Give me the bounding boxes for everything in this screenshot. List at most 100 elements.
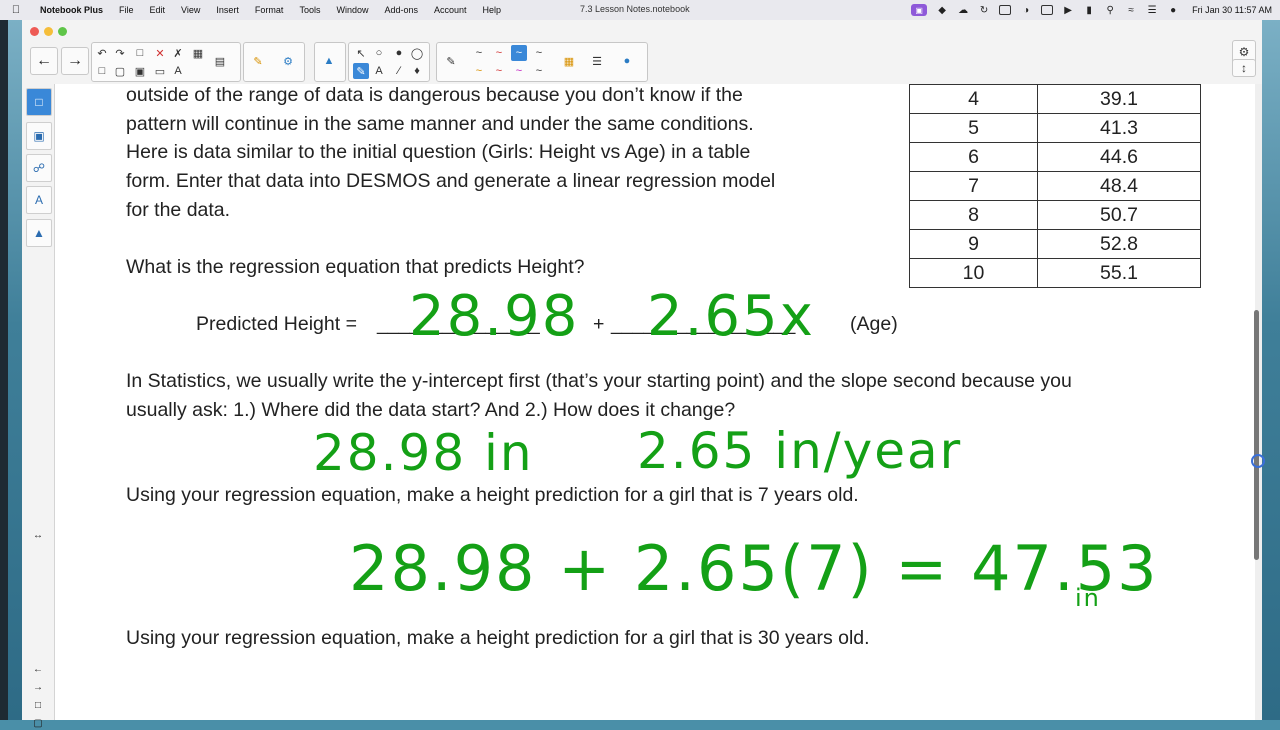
properties-tab[interactable]: A	[26, 186, 52, 214]
delete-icon[interactable]: ✕	[152, 45, 168, 61]
fill-icon[interactable]: ◯	[409, 45, 425, 61]
sidebar: □ ▣ ☍ A ▲ ↔ ← → □ ▢	[22, 84, 55, 729]
magic-pen-icon[interactable]: ○	[371, 45, 387, 61]
next-page-icon[interactable]: →	[28, 680, 48, 694]
height-cell: 52.8	[1037, 229, 1201, 259]
menu-format[interactable]: Format	[247, 5, 292, 15]
pen-tool-icon[interactable]: ✎	[353, 63, 369, 79]
save-icon[interactable]: ▣	[132, 63, 148, 79]
add-page-icon[interactable]: □	[28, 698, 48, 712]
pen-style-yellow-icon[interactable]: ~	[471, 63, 487, 79]
pen-style-red-icon[interactable]: ~	[491, 45, 507, 61]
height-cell: 50.7	[1037, 200, 1201, 230]
eraser-icon[interactable]: ♦	[409, 63, 425, 79]
pinned-app-icon[interactable]: ◆	[936, 5, 948, 16]
delete-page-small-icon[interactable]: ▢	[28, 716, 48, 730]
handwritten-prediction: 28.98 + 2.65(7) = 47.53	[349, 532, 1159, 605]
line-tool-icon[interactable]: ∕	[391, 63, 407, 79]
menu-view[interactable]: View	[173, 5, 208, 15]
handwritten-slope: 2.65x	[647, 284, 815, 349]
notebook-window: ← → ↶ ↷ □ ✕ ✗ ▦ □ ▢ ▣ ▭ A ▤ ✎ ⚙ ▲ ↖ ○ ●	[22, 20, 1265, 729]
lab-icon[interactable]: ▲	[321, 53, 337, 69]
menu-edit[interactable]: Edit	[142, 5, 174, 15]
menu-tools[interactable]: Tools	[291, 5, 328, 15]
age-cell: 5	[909, 113, 1038, 143]
pen-icon[interactable]: ✎	[443, 53, 459, 69]
app-menu[interactable]: Notebook Plus	[32, 5, 111, 15]
line-width-icon[interactable]: ☰	[589, 53, 605, 69]
menu-account[interactable]: Account	[426, 5, 475, 15]
menu-file[interactable]: File	[111, 5, 142, 15]
menu-help[interactable]: Help	[475, 5, 510, 15]
siri-icon[interactable]: ●	[1167, 5, 1179, 16]
play-icon[interactable]: ▶	[1062, 5, 1074, 16]
table-row: 6 44.6	[909, 142, 1201, 172]
select-icon[interactable]: ↖	[353, 45, 369, 61]
edit-tools-group: ↶ ↷ □ ✕ ✗ ▦ □ ▢ ▣ ▭ A ▤	[91, 42, 241, 82]
menu-addons[interactable]: Add-ons	[376, 5, 426, 15]
control-center-icon[interactable]: ☰	[1146, 5, 1158, 16]
document-title: 7.3 Lesson Notes.notebook	[580, 4, 690, 14]
pen-style-thin-icon[interactable]: ~	[531, 63, 547, 79]
age-cell: 6	[909, 142, 1038, 172]
screen-shade-icon[interactable]: □	[132, 45, 148, 61]
pen-style-black-icon[interactable]: ~	[471, 45, 487, 61]
close-window-button[interactable]	[30, 27, 39, 36]
attachments-tab[interactable]: ☍	[26, 154, 52, 182]
paragraph-line: form. Enter that data into DESMOS and ge…	[126, 170, 776, 192]
notebook-page[interactable]: outside of the range of data is dangerou…	[55, 84, 1255, 720]
clear-ink-icon[interactable]: ✗	[170, 45, 186, 61]
cursor-indicator-icon	[1251, 454, 1265, 468]
addons-tab[interactable]: ▲	[26, 219, 52, 247]
vertical-scrollbar[interactable]	[1254, 310, 1259, 560]
pen-style-dark-icon[interactable]: ~	[531, 45, 547, 61]
document-camera-icon[interactable]: ▤	[212, 53, 228, 69]
wifi-icon[interactable]: ≈	[1125, 5, 1137, 16]
previous-page-icon[interactable]: ←	[28, 662, 48, 676]
screen-icon[interactable]: ▭	[152, 63, 168, 79]
redo-icon[interactable]: ↷	[112, 45, 128, 61]
fill-effects-icon[interactable]: ●	[619, 53, 635, 69]
question-age-7: Using your regression equation, make a h…	[126, 484, 859, 506]
apple-icon[interactable]: 	[0, 4, 32, 16]
back-arrow-icon[interactable]: ←	[30, 47, 58, 75]
sync-icon[interactable]: ↻	[978, 5, 990, 16]
menu-window[interactable]: Window	[328, 5, 376, 15]
focus-icon[interactable]: ◑	[1020, 5, 1032, 16]
battery-icon[interactable]: ▮	[1083, 5, 1095, 16]
age-cell: 10	[909, 258, 1038, 288]
gallery-tab[interactable]: ▣	[26, 122, 52, 150]
sidebar-collapse-icon[interactable]: ↔	[28, 528, 48, 542]
age-cell: 8	[909, 200, 1038, 230]
undo-icon[interactable]: ↶	[94, 45, 110, 61]
display-icon[interactable]	[1041, 5, 1054, 15]
paragraph-statistics: In Statistics, we usually write the y-in…	[126, 370, 1072, 392]
text-tool-icon[interactable]: A	[371, 63, 387, 79]
table-icon[interactable]: ▦	[190, 45, 206, 61]
cloud-icon[interactable]: ☁	[957, 5, 969, 16]
addon-icon[interactable]: ⚙	[280, 53, 296, 69]
handwritten-intercept-units: 28.98 in	[313, 424, 534, 482]
new-page-icon[interactable]: □	[94, 63, 110, 79]
zoom-window-button[interactable]	[58, 27, 67, 36]
screen-record-icon[interactable]: ▣	[911, 4, 928, 16]
pen-style-magenta-icon[interactable]: ~	[511, 63, 527, 79]
pen-style-blue-icon[interactable]: ~	[511, 45, 527, 61]
pen-style-orange-icon[interactable]: ~	[491, 63, 507, 79]
delete-page-icon[interactable]: ▢	[112, 63, 128, 79]
paragraph-line: Here is data similar to the initial ques…	[126, 141, 751, 163]
search-icon[interactable]: ⚲	[1104, 5, 1116, 16]
page-sorter-tab[interactable]: □	[26, 88, 52, 116]
vertical-arrows-icon[interactable]: ↕	[1232, 59, 1256, 77]
forward-arrow-icon[interactable]: →	[61, 47, 89, 75]
text-format-icon[interactable]: A	[170, 63, 186, 79]
table-row: 8 50.7	[909, 200, 1201, 230]
menu-clock[interactable]: Fri Jan 30 11:57 AM	[1192, 5, 1272, 15]
status-area: ▣ ◆ ☁ ↻ ◑ ▶ ▮ ⚲ ≈ ☰ ● Fri Jan 30 11:57 A…	[911, 0, 1272, 20]
color-palette-icon[interactable]: ▦	[561, 53, 577, 69]
menu-insert[interactable]: Insert	[208, 5, 247, 15]
activity-icon[interactable]: ✎	[250, 53, 266, 69]
minimize-window-button[interactable]	[44, 27, 53, 36]
window-icon[interactable]	[999, 5, 1012, 15]
shapes-icon[interactable]: ●	[391, 45, 407, 61]
